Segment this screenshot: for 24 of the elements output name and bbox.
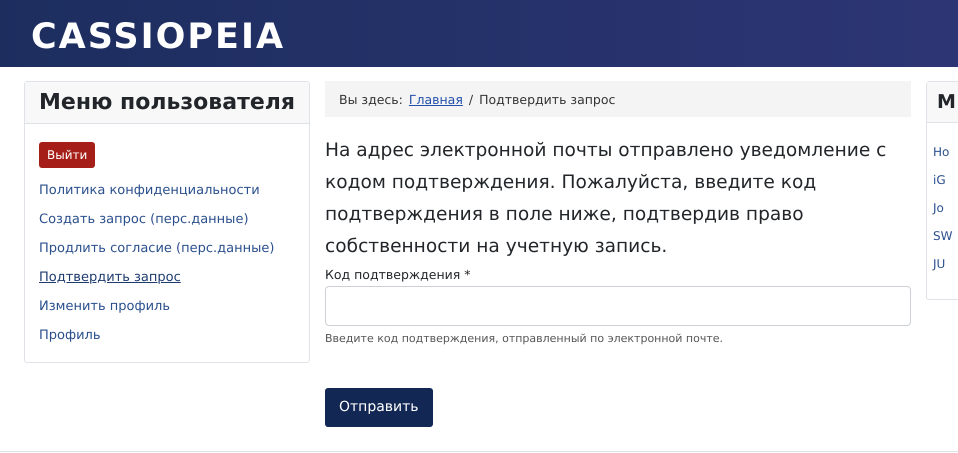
breadcrumb-label: Вы здесь:: [339, 92, 403, 106]
module-title: М: [927, 82, 958, 123]
menu-link[interactable]: Изменить профиль: [39, 297, 170, 316]
menu-link[interactable]: Создать запрос (перс.данные): [39, 210, 249, 229]
breadcrumb-link[interactable]: Главная: [408, 92, 463, 106]
module-link[interactable]: Ho: [933, 143, 950, 162]
module-link[interactable]: SW: [933, 227, 952, 246]
submit-button[interactable]: Отправить: [325, 388, 433, 427]
module-link[interactable]: JU: [933, 255, 946, 274]
module-link[interactable]: iG: [933, 171, 946, 190]
menu-link[interactable]: Подтвердить запрос: [39, 268, 181, 287]
code-input-field[interactable]: [325, 286, 911, 326]
logout-button[interactable]: Выйти: [39, 142, 96, 168]
menu-link[interactable]: Политика конфиденциальности: [39, 181, 260, 200]
menu-link[interactable]: Продлить согласие (перс.данные): [39, 239, 274, 258]
menu-title: Меню пользователя: [25, 82, 309, 124]
menu-link[interactable]: Профиль: [39, 326, 101, 345]
field-hint: Введите код подтверждения, отправленный по электронной почте.: [325, 332, 724, 345]
site-logo[interactable]: CASSIOPEIA: [31, 17, 286, 57]
module-link[interactable]: Jo: [933, 199, 944, 218]
field-label: Код подтверждения *: [325, 267, 472, 282]
info-message: На адрес электронной почты отправлено уведомление с кодом подтверждения. Пожалуйста, введите код подтверждения в поле ниже, подтвердив право собственности на учетную запись.: [325, 139, 888, 259]
breadcrumb-current: Подтвердить запрос: [479, 92, 616, 106]
breadcrumb-separator: /: [468, 92, 474, 106]
